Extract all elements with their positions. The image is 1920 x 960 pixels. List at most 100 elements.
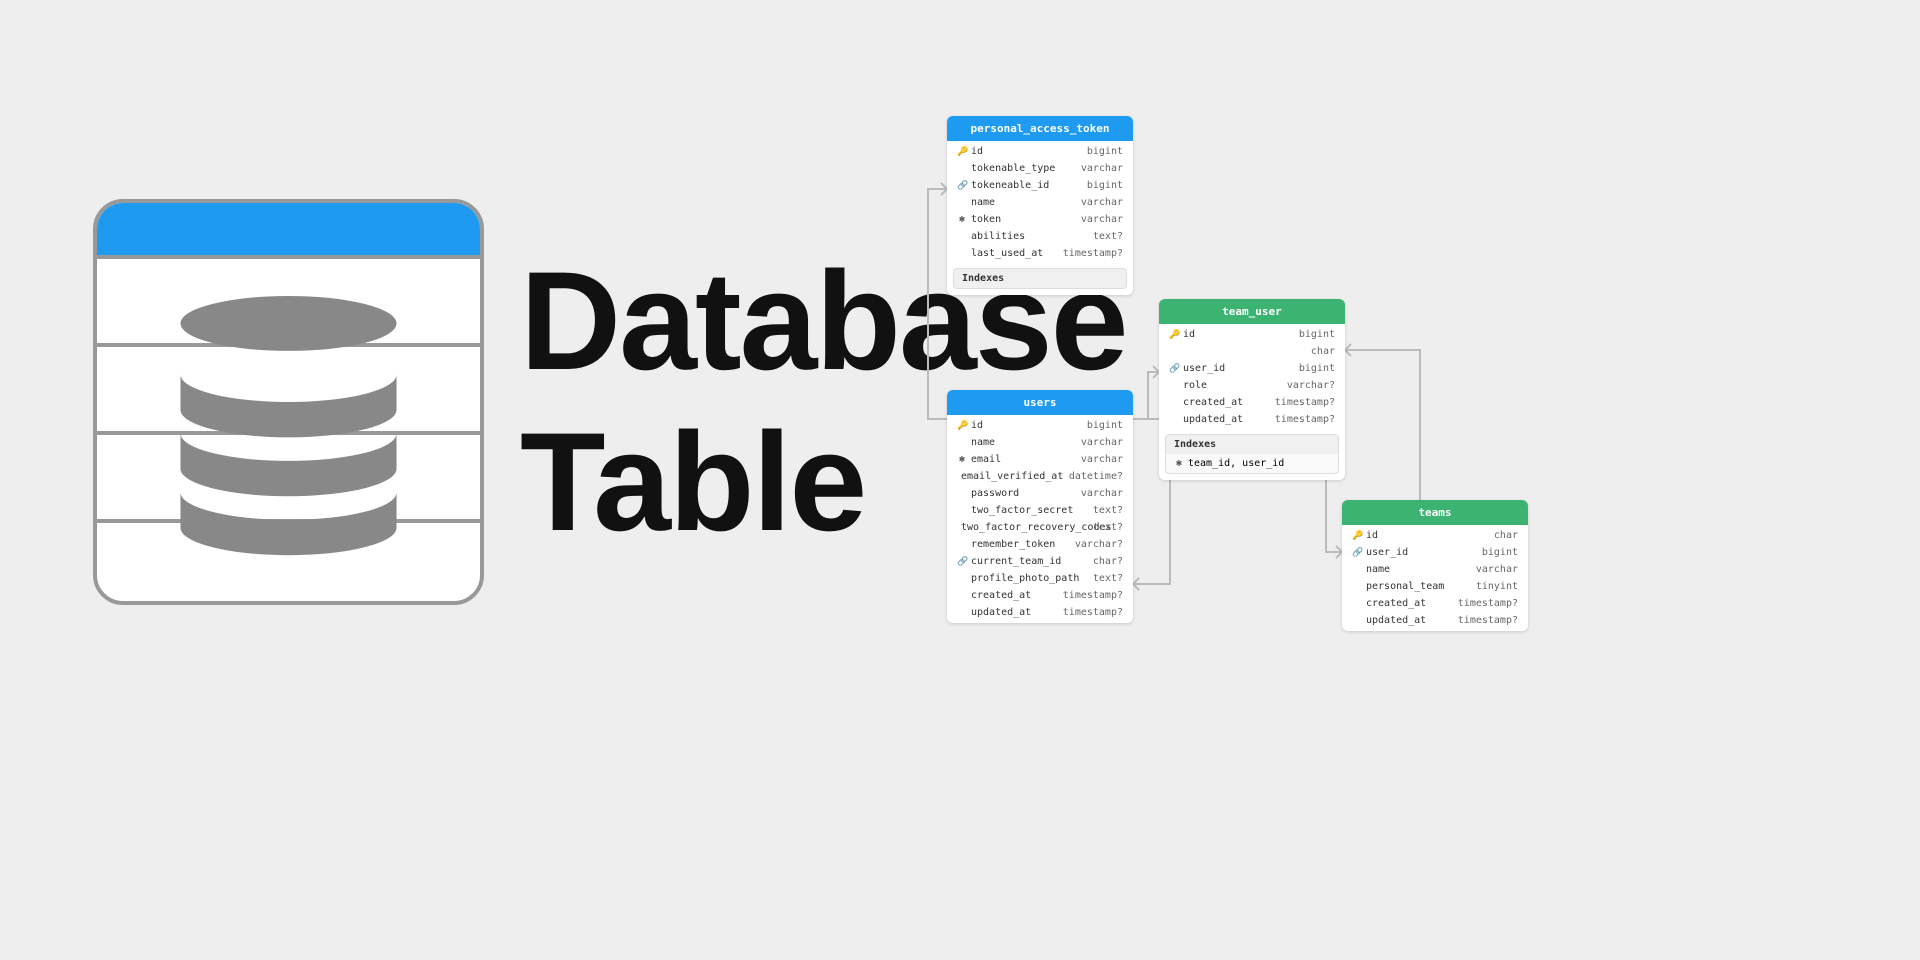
column-row[interactable]: created_at timestamp? xyxy=(1159,394,1345,411)
column-row[interactable]: 🔗user_idbigint xyxy=(1159,360,1345,377)
erd-table-teams[interactable]: teams🔑idchar🔗user_idbigintnamevarcharper… xyxy=(1342,500,1528,631)
column-row[interactable]: two_factor_recovery_codestext? xyxy=(947,519,1133,536)
column-name: user_id xyxy=(1366,547,1408,558)
column-row[interactable]: email_verified_atdatetime? xyxy=(947,468,1133,485)
column-type: text? xyxy=(1093,573,1123,584)
column-name: password xyxy=(971,488,1019,499)
column-name: email_verified_at xyxy=(961,471,1063,482)
column-row[interactable]: char xyxy=(1159,343,1345,360)
column-row[interactable]: namevarchar xyxy=(1342,561,1528,578)
column-row[interactable]: 🔑idbigint xyxy=(947,143,1133,160)
column-row[interactable]: 🔑idbigint xyxy=(1159,326,1345,343)
column-name: name xyxy=(971,437,995,448)
column-type: timestamp? xyxy=(1063,590,1123,601)
column-type: varchar xyxy=(1081,437,1123,448)
column-row[interactable]: created_at timestamp? xyxy=(1342,595,1528,612)
column-name: tokenable_type xyxy=(971,163,1055,174)
column-type: tinyint xyxy=(1476,581,1518,592)
column-name: id xyxy=(971,146,983,157)
column-name: user_id xyxy=(1183,363,1225,374)
index-row[interactable]: ❄team_id, user_id xyxy=(1166,454,1338,473)
column-name: updated_at xyxy=(1366,615,1426,626)
column-name: role xyxy=(1183,380,1207,391)
erd-table-users[interactable]: users🔑idbigintnamevarchar❄emailvarcharem… xyxy=(947,390,1133,623)
column-name: personal_team xyxy=(1366,581,1444,592)
pk-icon: 🔑 xyxy=(957,421,967,431)
column-name: last_used_at xyxy=(971,248,1043,259)
column-name: created_at xyxy=(1183,397,1243,408)
indexes-box: Indexes❄team_id, user_id xyxy=(1165,434,1339,474)
column-type: char xyxy=(1494,530,1518,541)
column-type: timestamp? xyxy=(1458,598,1518,609)
table-body: 🔑idbigintchar🔗user_idbigintrolevarchar?c… xyxy=(1159,324,1345,430)
column-row[interactable]: tokenable_type varchar xyxy=(947,160,1133,177)
column-name: updated_at xyxy=(1183,414,1243,425)
indexes-header: Indexes xyxy=(954,269,1126,288)
fk-icon: 🔗 xyxy=(957,557,967,567)
column-type: timestamp? xyxy=(1063,248,1123,259)
column-type: timestamp? xyxy=(1275,414,1335,425)
pk-icon: 🔑 xyxy=(1352,531,1362,541)
column-type: bigint xyxy=(1087,146,1123,157)
table-header[interactable]: team_user xyxy=(1159,299,1345,324)
column-type: bigint xyxy=(1087,180,1123,191)
column-type: bigint xyxy=(1482,547,1518,558)
unique-icon: ❄ xyxy=(957,455,967,465)
column-name: created_at xyxy=(971,590,1031,601)
column-type: bigint xyxy=(1299,329,1335,340)
column-name: tokeneable_id xyxy=(971,180,1049,191)
table-header[interactable]: users xyxy=(947,390,1133,415)
fk-icon: 🔗 xyxy=(1352,548,1362,558)
column-name: updated_at xyxy=(971,607,1031,618)
column-type: timestamp? xyxy=(1275,397,1335,408)
column-type: text? xyxy=(1093,505,1123,516)
column-row[interactable]: updated_attimestamp? xyxy=(1342,612,1528,629)
database-table-logo xyxy=(93,199,484,605)
column-row[interactable]: name varchar xyxy=(947,434,1133,451)
column-row[interactable]: profile_photo_path text? xyxy=(947,570,1133,587)
column-name: token xyxy=(971,214,1001,225)
column-row[interactable]: 🔗tokeneable_idbigint xyxy=(947,177,1133,194)
erd-table-team_user[interactable]: team_user🔑idbigintchar🔗user_idbigintrole… xyxy=(1159,299,1345,480)
column-row[interactable]: 🔗 current_team_id char? xyxy=(947,553,1133,570)
column-row[interactable]: created_at timestamp? xyxy=(947,587,1133,604)
column-name: abilities xyxy=(971,231,1025,242)
column-name: id xyxy=(971,420,983,431)
column-row[interactable]: last_used_at timestamp? xyxy=(947,245,1133,262)
column-row[interactable]: remember_tokenvarchar? xyxy=(947,536,1133,553)
column-type: bigint xyxy=(1299,363,1335,374)
column-type: varchar xyxy=(1081,488,1123,499)
table-header[interactable]: personal_access_token xyxy=(947,116,1133,141)
indexes-box: Indexes xyxy=(953,268,1127,289)
column-row[interactable]: abilitiestext? xyxy=(947,228,1133,245)
column-row[interactable]: 🔑 id char xyxy=(1342,527,1528,544)
column-type: char? xyxy=(1093,556,1123,567)
erd-table-personal_access_token[interactable]: personal_access_token🔑idbiginttokenable_… xyxy=(947,116,1133,295)
column-row[interactable]: 🔑idbigint xyxy=(947,417,1133,434)
column-name: email xyxy=(971,454,1001,465)
column-type: varchar xyxy=(1081,163,1123,174)
column-row[interactable]: rolevarchar? xyxy=(1159,377,1345,394)
table-body: 🔑idbigintnamevarchar❄emailvarcharemail_v… xyxy=(947,415,1133,623)
column-row[interactable]: two_factor_secrettext? xyxy=(947,502,1133,519)
column-row[interactable]: updated_at timestamp? xyxy=(947,604,1133,621)
table-body: 🔑idbiginttokenable_typevarchar🔗tokeneabl… xyxy=(947,141,1133,264)
column-row[interactable]: password varchar xyxy=(947,485,1133,502)
column-name: created_at xyxy=(1366,598,1426,609)
column-row[interactable]: ❄tokenvarchar xyxy=(947,211,1133,228)
column-type: varchar? xyxy=(1075,539,1123,550)
pk-icon: 🔑 xyxy=(1169,330,1179,340)
column-row[interactable]: updated_at timestamp? xyxy=(1159,411,1345,428)
table-header[interactable]: teams xyxy=(1342,500,1528,525)
unique-icon: ❄ xyxy=(1174,459,1184,469)
column-name: profile_photo_path xyxy=(971,573,1079,584)
column-row[interactable]: 🔗 user_id bigint xyxy=(1342,544,1528,561)
column-type: timestamp? xyxy=(1063,607,1123,618)
column-name: name xyxy=(971,197,995,208)
column-row[interactable]: namevarchar xyxy=(947,194,1133,211)
column-name: current_team_id xyxy=(971,556,1061,567)
column-name: id xyxy=(1366,530,1378,541)
database-cylinder-icon xyxy=(97,203,480,601)
column-row[interactable]: personal_team tinyint xyxy=(1342,578,1528,595)
column-row[interactable]: ❄emailvarchar xyxy=(947,451,1133,468)
